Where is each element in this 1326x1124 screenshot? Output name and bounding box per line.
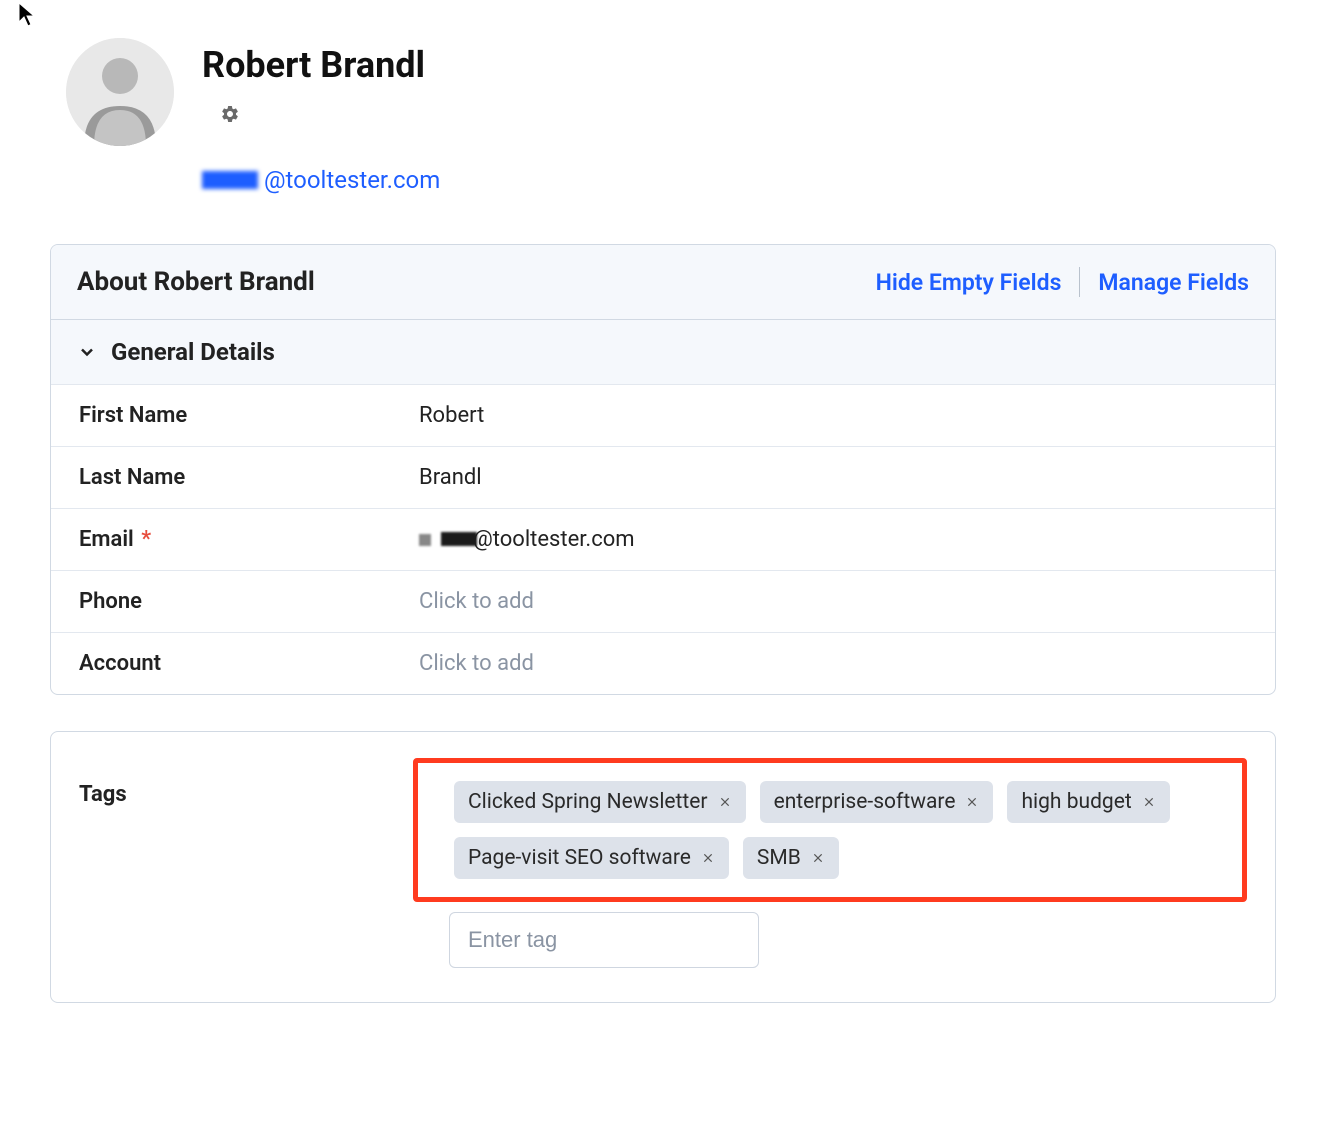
- about-card-header: About Robert Brandl Hide Empty Fields Ma…: [51, 245, 1275, 320]
- avatar: [66, 38, 174, 146]
- close-icon[interactable]: [701, 851, 715, 865]
- tag-item: SMB: [743, 837, 839, 879]
- chevron-down-icon: [77, 342, 97, 362]
- tags-highlight-box: Clicked Spring Newsletter enterprise-sof…: [413, 758, 1247, 902]
- tag-input[interactable]: [449, 912, 759, 968]
- field-email: Email * @tooltester.com: [51, 509, 1275, 571]
- section-title: General Details: [111, 338, 275, 366]
- contact-email-row: @tooltester.com: [202, 166, 1276, 194]
- field-value-last-name[interactable]: Brandl: [419, 465, 482, 490]
- close-icon[interactable]: [718, 795, 732, 809]
- tags-label: Tags: [79, 758, 419, 807]
- field-phone: Phone Click to add: [51, 571, 1275, 633]
- field-account: Account Click to add: [51, 633, 1275, 694]
- email-redact-1: [419, 534, 431, 546]
- field-value-first-name[interactable]: Robert: [419, 403, 484, 428]
- field-label-first-name: First Name: [79, 403, 419, 428]
- close-icon[interactable]: [811, 851, 825, 865]
- field-label-phone: Phone: [79, 589, 419, 614]
- about-card: About Robert Brandl Hide Empty Fields Ma…: [50, 244, 1276, 695]
- tag-item: high budget: [1007, 781, 1169, 823]
- required-marker: *: [141, 527, 151, 552]
- cursor-icon: [18, 2, 38, 28]
- actions-divider: [1079, 267, 1080, 297]
- field-last-name: Last Name Brandl: [51, 447, 1275, 509]
- tags-content: Clicked Spring Newsletter enterprise-sof…: [419, 758, 1247, 968]
- tag-label: Page-visit SEO software: [468, 846, 691, 870]
- field-value-email[interactable]: @tooltester.com: [419, 527, 635, 552]
- field-value-phone[interactable]: Click to add: [419, 589, 534, 614]
- close-icon[interactable]: [1142, 795, 1156, 809]
- tag-item: Page-visit SEO software: [454, 837, 729, 879]
- field-value-account[interactable]: Click to add: [419, 651, 534, 676]
- manage-fields-link[interactable]: Manage Fields: [1098, 269, 1249, 296]
- tag-item: enterprise-software: [760, 781, 994, 823]
- general-details-toggle[interactable]: General Details: [51, 320, 1275, 385]
- email-redacted-prefix: [202, 171, 258, 189]
- gear-icon[interactable]: [220, 104, 240, 128]
- hide-empty-fields-link[interactable]: Hide Empty Fields: [876, 269, 1062, 296]
- contact-email-link[interactable]: @tooltester.com: [264, 166, 440, 194]
- tags-card: Tags Clicked Spring Newsletter enterpris…: [50, 731, 1276, 1003]
- tag-label: high budget: [1021, 790, 1131, 814]
- about-actions: Hide Empty Fields Manage Fields: [876, 267, 1249, 297]
- contact-name: Robert Brandl: [202, 44, 1276, 86]
- field-label-email: Email *: [79, 527, 419, 552]
- email-redact-2: [441, 532, 477, 546]
- about-title: About Robert Brandl: [77, 267, 315, 297]
- field-label-account: Account: [79, 651, 419, 676]
- close-icon[interactable]: [965, 795, 979, 809]
- tag-label: Clicked Spring Newsletter: [468, 790, 708, 814]
- field-first-name: First Name Robert: [51, 385, 1275, 447]
- contact-header: Robert Brandl @tooltester.com: [50, 40, 1276, 194]
- tag-item: Clicked Spring Newsletter: [454, 781, 746, 823]
- contact-header-info: Robert Brandl @tooltester.com: [202, 40, 1276, 194]
- field-label-last-name: Last Name: [79, 465, 419, 490]
- tag-label: enterprise-software: [774, 790, 956, 814]
- tag-label: SMB: [757, 846, 801, 870]
